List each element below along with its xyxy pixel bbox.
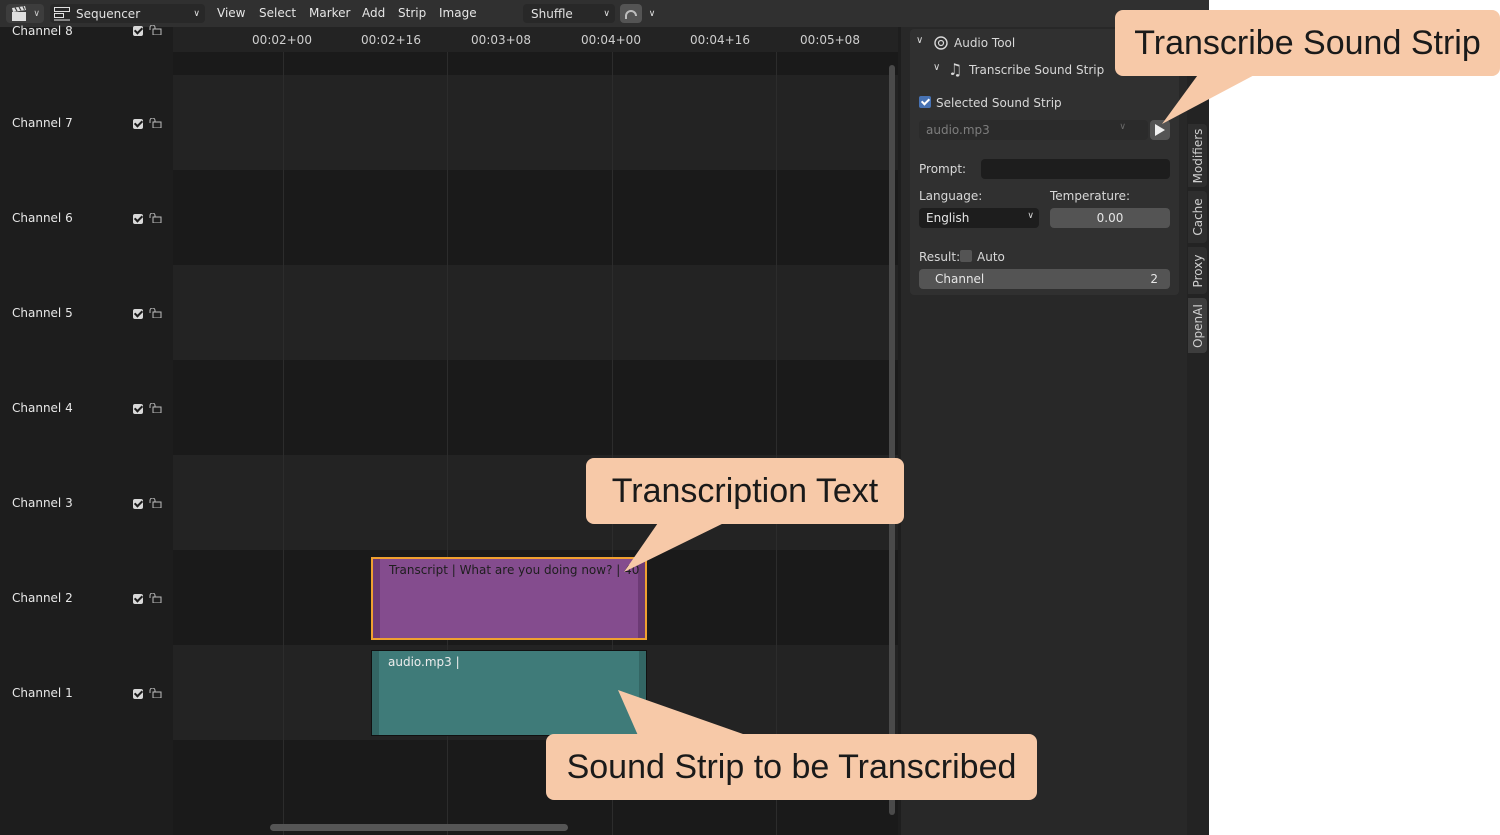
callout-text: Transcribe Sound Strip bbox=[1134, 24, 1481, 62]
callout-text: Transcription Text bbox=[611, 472, 879, 510]
callout-transcription-text: Transcription Text bbox=[586, 458, 904, 524]
callout-pointer bbox=[624, 520, 730, 572]
callout-transcribe-sound-strip: Transcribe Sound Strip bbox=[1115, 10, 1500, 76]
callout-sound-strip: Sound Strip to be Transcribed bbox=[546, 734, 1037, 800]
callout-pointer bbox=[618, 690, 760, 740]
callout-text: Sound Strip to be Transcribed bbox=[566, 748, 1017, 786]
callout-pointers bbox=[618, 72, 1260, 740]
callout-pointer bbox=[1162, 72, 1260, 124]
